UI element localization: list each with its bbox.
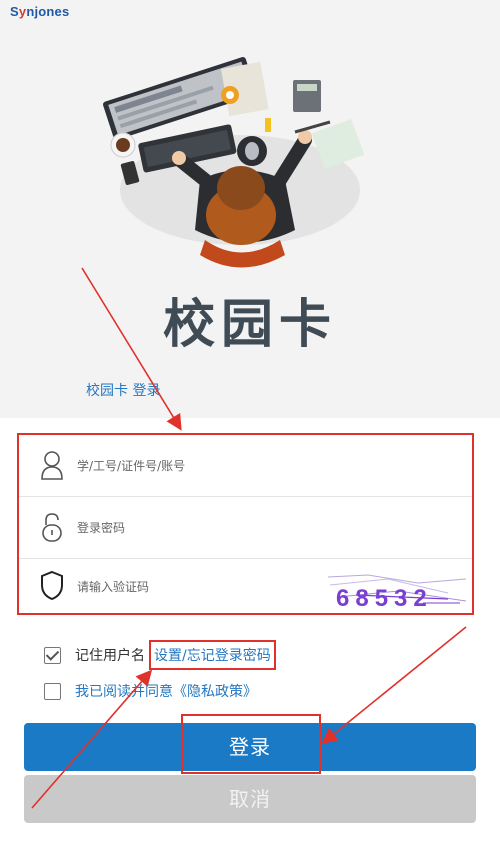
page-title: 校园卡 (162, 294, 337, 355)
login-form: 68532 (17, 433, 474, 615)
password-row (19, 497, 472, 559)
password-input[interactable] (77, 497, 327, 558)
desk-illustration (103, 57, 365, 268)
tab-campus-card-login[interactable]: 校园卡 登录 (86, 380, 160, 400)
captcha-input[interactable] (77, 559, 327, 615)
synjones-logo: Synjones (10, 4, 70, 19)
tab-indicator (86, 404, 160, 406)
captcha-row: 68532 (19, 559, 472, 615)
remember-label: 记住用户名 (75, 648, 145, 664)
account-row (19, 435, 472, 497)
lock-icon (42, 513, 62, 542)
privacy-checkbox[interactable] (44, 682, 61, 700)
forgot-link-highlight: 设置/忘记登录密码 (149, 640, 276, 670)
cancel-button[interactable]: 取消 (24, 775, 476, 823)
remember-row: 记住用户名 设置/忘记登录密码 (44, 640, 276, 670)
forgot-password-link[interactable]: 设置/忘记登录密码 (154, 648, 271, 664)
user-icon (41, 451, 63, 480)
privacy-policy-link[interactable]: 我已阅读并同意《隐私政策》 (75, 681, 257, 701)
login-highlight-box (181, 714, 321, 774)
privacy-row: 我已阅读并同意《隐私政策》 (44, 680, 257, 702)
account-input[interactable] (77, 435, 327, 496)
shield-icon (41, 570, 63, 601)
header-area: Synjones 校园卡 校园卡 登录 (0, 0, 500, 418)
captcha-image[interactable]: 68532 (328, 573, 466, 611)
remember-checkbox[interactable] (44, 646, 61, 664)
